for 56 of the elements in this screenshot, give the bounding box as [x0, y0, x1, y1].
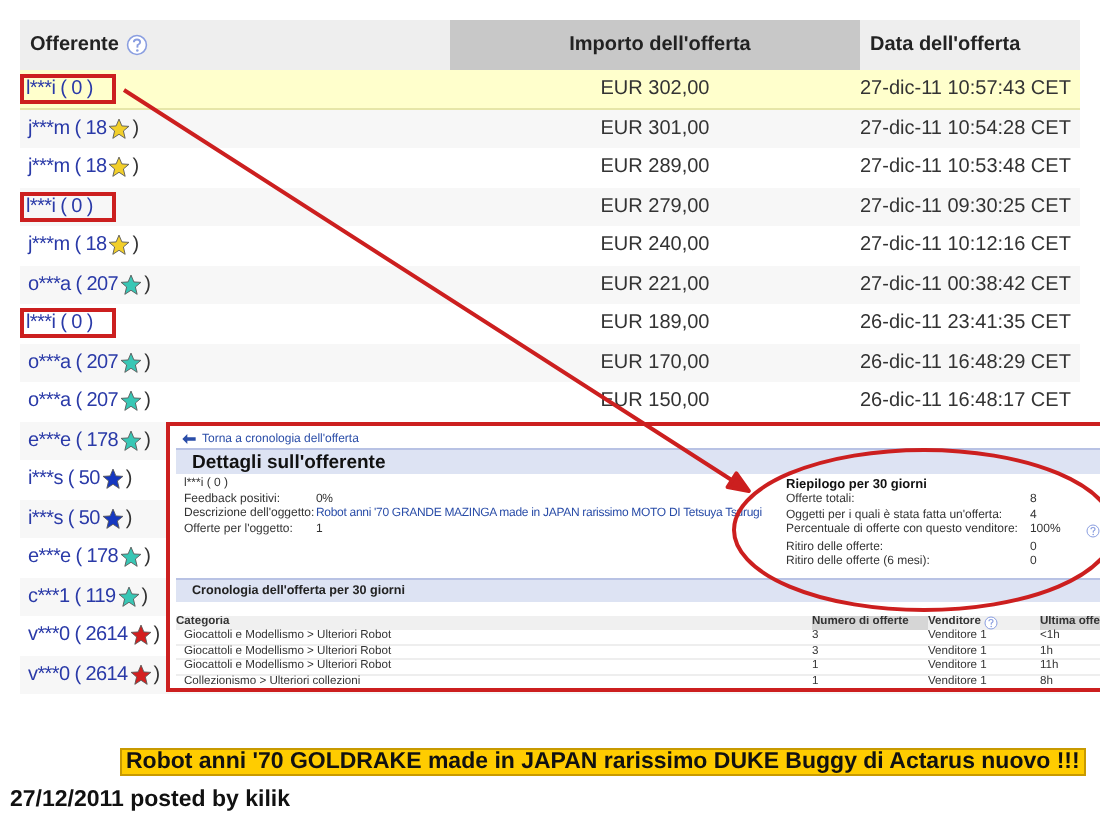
- feedback-paren: ): [125, 468, 133, 491]
- bidder-link[interactable]: j***m ( 18: [26, 117, 107, 140]
- bid-amount: EUR 189,00: [600, 312, 710, 335]
- feedback-paren: ): [153, 663, 161, 686]
- bid-amount: EUR 279,00: [600, 195, 710, 218]
- feedback-paren: ): [144, 351, 151, 374]
- post-title: Robot anni '70 GOLDRAKE made in JAPAN rarissimo DUKE Buggy di Actarus nuovo !!!: [120, 748, 1086, 776]
- bidder-link[interactable]: l***i ( 0 ): [26, 195, 93, 218]
- bidder-link[interactable]: e***e ( 178: [26, 546, 119, 569]
- bid-date: 27-dic-11 00:38:42 CET: [860, 273, 1071, 296]
- bidder-link[interactable]: j***m ( 18: [26, 234, 107, 257]
- bid-date: 27-dic-11 10:54:28 CET: [860, 117, 1071, 140]
- column-header: Importo dell'offerta: [569, 34, 751, 56]
- bidder-link[interactable]: v***0 ( 2614: [26, 663, 128, 686]
- bid-date: 26-dic-11 16:48:29 CET: [860, 351, 1071, 374]
- feedback-paren: ): [125, 507, 133, 530]
- bidder-link[interactable]: j***m ( 18: [26, 156, 107, 179]
- bidder-link[interactable]: i***s ( 50: [26, 507, 100, 530]
- feedback-paren: ): [144, 429, 151, 452]
- feedback-paren: ): [132, 117, 140, 140]
- feedback-paren: ): [153, 624, 161, 647]
- bidder-link[interactable]: o***a ( 207: [26, 390, 119, 413]
- bidder-link[interactable]: o***a ( 207: [26, 351, 119, 374]
- feedback-paren: ): [144, 390, 151, 413]
- bidder-link[interactable]: l***i ( 0 ): [26, 312, 93, 335]
- bid-amount: EUR 240,00: [600, 234, 710, 257]
- bid-date: 26-dic-11 23:41:35 CET: [860, 312, 1071, 335]
- post-meta: 27/12/2011 posted by kilik: [10, 788, 290, 812]
- feedback-paren: ): [141, 585, 149, 608]
- bid-amount: EUR 170,00: [600, 351, 710, 374]
- back-arrow-icon: [182, 434, 196, 444]
- section-header: Dettagli sull'offerente: [176, 448, 1100, 474]
- bid-amount: EUR 302,00: [600, 77, 710, 100]
- bid-date: 26-dic-11 16:48:17 CET: [860, 390, 1071, 413]
- column-header: Data dell'offerta: [870, 34, 1021, 56]
- bid-amount: EUR 221,00: [600, 273, 710, 296]
- bid-amount: EUR 301,00: [600, 117, 710, 140]
- bid-date: 27-dic-11 10:12:16 CET: [860, 234, 1071, 257]
- bid-date: 27-dic-11 10:57:43 CET: [860, 77, 1071, 100]
- help-icon[interactable]: [126, 34, 149, 56]
- help-icon[interactable]: [1085, 524, 1100, 538]
- feedback-paren: ): [132, 234, 140, 257]
- feedback-paren: ): [144, 546, 151, 569]
- bidder-link[interactable]: l***i ( 0 ): [26, 77, 93, 100]
- bidder-link[interactable]: v***0 ( 2614: [26, 624, 128, 647]
- bid-date: 27-dic-11 09:30:25 CET: [860, 195, 1071, 218]
- bidder-link[interactable]: o***a ( 207: [26, 273, 119, 296]
- bid-date: 27-dic-11 10:53:48 CET: [860, 156, 1071, 179]
- bidder-link[interactable]: c***1 ( 119: [26, 585, 116, 608]
- bidder-link[interactable]: e***e ( 178: [26, 429, 119, 452]
- feedback-paren: ): [132, 156, 140, 179]
- bidder-link[interactable]: i***s ( 50: [26, 468, 100, 491]
- feedback-paren: ): [144, 273, 151, 296]
- bid-amount: EUR 289,00: [600, 156, 710, 179]
- column-header: Offerente: [30, 34, 119, 56]
- help-icon[interactable]: [984, 616, 999, 630]
